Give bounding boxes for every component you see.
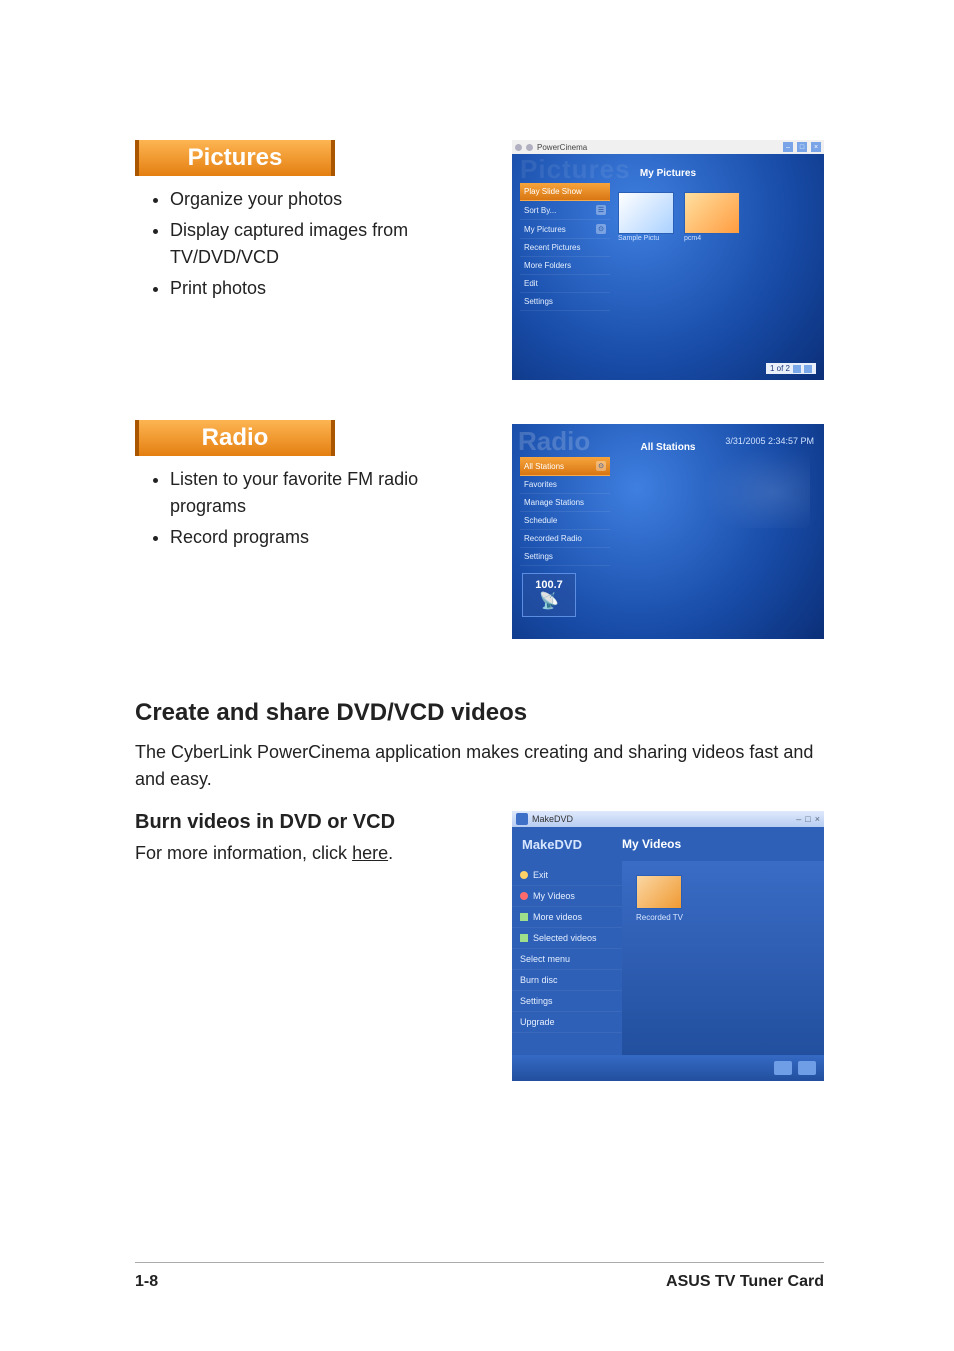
image-thumbnail	[684, 192, 740, 234]
menu-item: Settings	[520, 293, 610, 311]
side-menu: Play Slide Show Sort By...☰ My Pictures⊙…	[520, 183, 610, 311]
info-suffix: .	[388, 843, 393, 863]
pictures-feature-list: Organize your photos Display captured im…	[135, 186, 494, 302]
radio-feature-list: Listen to your favorite FM radio program…	[135, 466, 494, 551]
menu-item: My Pictures⊙	[520, 220, 610, 239]
page-footer: 1-8 ASUS TV Tuner Card	[135, 1262, 824, 1291]
list-item: Record programs	[170, 524, 494, 551]
maximize-icon: □	[805, 814, 810, 824]
menu-item: All Stations⊙	[520, 457, 610, 476]
chip-icon: ⊙	[596, 224, 606, 234]
here-link[interactable]: here	[352, 843, 388, 863]
dvd-section-body: The CyberLink PowerCinema application ma…	[135, 739, 824, 793]
menu-item: Schedule	[520, 512, 610, 530]
radio-screenshot: Radio 3/31/2005 2:34:57 PM All Stations …	[512, 424, 824, 639]
pictures-screenshot: PowerCinema – □ × Pictures My Pictures P…	[512, 140, 824, 380]
list-item: Organize your photos	[170, 186, 494, 213]
chip-icon: ⊙	[596, 461, 606, 471]
nav-item: Burn disc	[512, 970, 622, 991]
window-control-icon	[515, 144, 522, 151]
nav-item: Selected videos	[512, 928, 622, 949]
list-item: Listen to your favorite FM radio program…	[170, 466, 494, 520]
square-icon	[520, 934, 528, 942]
home-icon	[516, 813, 528, 825]
app-brand: MakeDVD	[512, 837, 622, 852]
close-icon: ×	[815, 814, 820, 824]
window-title: PowerCinema	[537, 143, 587, 152]
menu-item: Favorites	[520, 476, 610, 494]
close-icon: ×	[811, 142, 821, 152]
app-nav: Exit My Videos More videos Selected vide…	[512, 861, 622, 1055]
antenna-icon: 📡	[539, 591, 559, 611]
menu-item: Settings	[520, 548, 610, 566]
side-menu: All Stations⊙ Favorites Manage Stations …	[520, 457, 610, 566]
menu-item: Recent Pictures	[520, 239, 610, 257]
pager: 1 of 2	[766, 363, 816, 374]
nav-item: My Videos	[512, 886, 622, 907]
pictures-heading-pill: Pictures	[135, 140, 335, 176]
video-thumbnail	[636, 875, 682, 909]
nav-item: Upgrade	[512, 1012, 622, 1033]
product-name: ASUS TV Tuner Card	[666, 1273, 824, 1291]
list-item: Print photos	[170, 275, 494, 302]
menu-item: Manage Stations	[520, 494, 610, 512]
radio-heading-pill: Radio	[135, 420, 335, 456]
thumbnail-label: Sample Pictu	[618, 235, 674, 242]
chip-icon: ☰	[596, 205, 606, 215]
app-title: MakeDVD	[532, 814, 573, 824]
app-titlebar: MakeDVD – □ ×	[512, 811, 824, 827]
menu-item: Sort By...☰	[520, 201, 610, 220]
window-titlebar: PowerCinema – □ ×	[512, 140, 824, 154]
maximize-icon: □	[797, 142, 807, 152]
nav-item: Select menu	[512, 949, 622, 970]
burn-info-line: For more information, click here.	[135, 840, 494, 867]
thumbnail-label: pcm4	[684, 235, 740, 242]
app-header: MakeDVD My Videos	[512, 827, 824, 861]
disc-icon	[520, 892, 528, 900]
thumbnail-row	[618, 192, 740, 234]
app-section-title: My Videos	[622, 837, 681, 851]
app-main-panel: Recorded TV	[622, 861, 824, 1055]
screen-subtitle: My Pictures	[512, 168, 824, 179]
window-control-icon	[526, 144, 533, 151]
nav-item: Settings	[512, 991, 622, 1012]
pager-next-icon	[798, 1061, 816, 1075]
frequency-value: 100.7	[535, 579, 563, 591]
burn-subheading: Burn videos in DVD or VCD	[135, 811, 494, 834]
radio-graphic-icon	[690, 438, 810, 528]
menu-item: Play Slide Show	[520, 183, 610, 201]
minimize-icon: –	[796, 814, 801, 824]
menu-item: More Folders	[520, 257, 610, 275]
info-prefix: For more information, click	[135, 843, 352, 863]
image-thumbnail	[618, 192, 674, 234]
thumbnail-labels: Sample Pictu pcm4	[618, 235, 740, 242]
square-icon	[520, 913, 528, 921]
pager-text: 1 of 2	[770, 364, 790, 373]
dvd-section-heading: Create and share DVD/VCD videos	[135, 699, 824, 727]
pager-prev-icon	[793, 365, 801, 373]
list-item: Display captured images from TV/DVD/VCD	[170, 217, 494, 271]
back-icon	[520, 871, 528, 879]
page-number: 1-8	[135, 1273, 158, 1291]
pager-prev-icon	[774, 1061, 792, 1075]
app-footer	[512, 1055, 824, 1081]
video-thumbnail-label: Recorded TV	[636, 913, 683, 922]
pager-next-icon	[804, 365, 812, 373]
frequency-display: 100.7 📡	[522, 573, 576, 617]
menu-item: Edit	[520, 275, 610, 293]
minimize-icon: –	[783, 142, 793, 152]
nav-item: More videos	[512, 907, 622, 928]
makedvd-screenshot: MakeDVD – □ × MakeDVD My Videos Exit My …	[512, 811, 824, 1081]
nav-item: Exit	[512, 865, 622, 886]
menu-item: Recorded Radio	[520, 530, 610, 548]
